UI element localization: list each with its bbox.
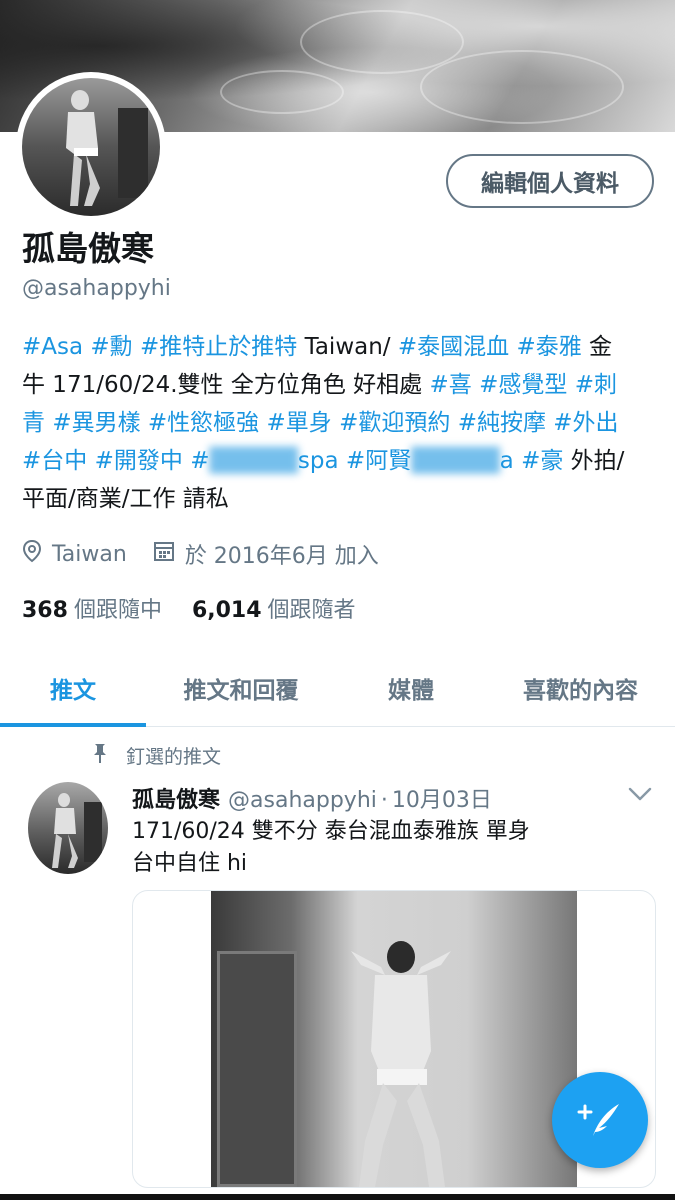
tab-tweets-replies[interactable]: 推文和回覆 [146, 650, 336, 726]
tweet-author-name[interactable]: 孤島傲寒 [132, 782, 220, 814]
profile-location: Taiwan [52, 541, 127, 567]
bio-text [332, 410, 339, 436]
hashtag-link[interactable]: #單身 [267, 410, 332, 436]
bio-text [87, 448, 94, 474]
location-pin-icon [22, 539, 42, 569]
bio-text [339, 448, 346, 474]
tab-media-label: 媒體 [388, 678, 434, 704]
pinned-indicator: 釘選的推文 [92, 742, 221, 769]
hashtag-link[interactable]: # [190, 448, 209, 474]
profile-name: 孤島傲寒 [22, 229, 154, 268]
bio-text: 金 [581, 334, 613, 360]
hashtag-link[interactable]: #性慾極強 [148, 410, 259, 436]
tweet-text-line: 台中自住 hi [132, 851, 248, 876]
tab-tweets[interactable]: 推文 [0, 650, 146, 727]
profile-tabs: 推文 推文和回覆 媒體 喜歡的內容 [0, 650, 675, 727]
banner-ripple [220, 70, 344, 114]
bio-line: 牛 171/60/24.雙性 全方位角色 好相處 #喜 #感覺型 #刺 [22, 366, 652, 404]
bio-text [472, 372, 479, 398]
bio-line: 青 #異男樣 #性慾極強 #單身 #歡迎預約 #純按摩 #外出 [22, 404, 652, 442]
system-nav-bar [0, 1194, 675, 1200]
tweet-separator: · [380, 788, 388, 813]
hashtag-link[interactable]: #推特止於推特 [140, 334, 297, 360]
bio-text: 外拍/ [563, 448, 625, 474]
tweet-author-handle[interactable]: @asahappyhi [228, 788, 377, 813]
bio-text: 平面/商業/工作 請私 [22, 486, 229, 512]
bio-text [450, 410, 457, 436]
hashtag-link[interactable]: #異男樣 [52, 410, 140, 436]
hashtag-link[interactable]: #喜 [430, 372, 472, 398]
chevron-down-icon[interactable] [628, 786, 652, 802]
profile-bio: #Asa #勳 #推特止於推特 Taiwan/ #泰國混血 #泰雅 金牛 171… [22, 328, 652, 518]
photo-door [217, 951, 297, 1187]
profile-joined: 於 2016年6月 加入 [184, 544, 379, 569]
followers-label: 個跟隨者 [267, 598, 356, 623]
tweet-avatar[interactable] [28, 782, 108, 874]
tab-likes[interactable]: 喜歡的內容 [486, 650, 675, 726]
bio-text [133, 334, 140, 360]
avatar-photo [22, 78, 160, 216]
tab-tweets-replies-label: 推文和回覆 [183, 678, 299, 704]
pin-icon [92, 742, 108, 769]
hashtag-link[interactable]: spa [298, 448, 339, 474]
hashtag-link[interactable]: 青 [22, 410, 45, 436]
following-count: 368 [22, 598, 68, 623]
bio-text [259, 410, 266, 436]
calendar-icon [153, 540, 175, 568]
hashtag-link[interactable]: #豪 [521, 448, 563, 474]
hashtag-link[interactable]: #Asa [22, 334, 83, 360]
tab-tweets-label: 推文 [50, 678, 96, 704]
followers-count: 6,014 [191, 598, 262, 623]
tweet-photo [211, 891, 577, 1187]
redacted-text: █████ [411, 448, 500, 474]
bio-text [514, 448, 521, 474]
bio-line: #台中 #開發中 #█████spa #阿賢█████a #豪 外拍/ [22, 442, 652, 480]
tweet-text: 171/60/24 雙不分 泰台混血泰雅族 單身 台中自住 hi [132, 816, 632, 880]
hashtag-link[interactable]: #開發中 [95, 448, 183, 474]
hashtag-link[interactable]: #歡迎預約 [339, 410, 450, 436]
profile-handle: @asahappyhi [22, 276, 171, 301]
hashtag-link[interactable]: #台中 [22, 448, 87, 474]
photo-figure [351, 941, 451, 1187]
hashtag-link[interactable]: #感覺型 [479, 372, 567, 398]
following-label: 個跟隨中 [73, 598, 162, 623]
hashtag-link[interactable]: #勳 [90, 334, 132, 360]
hashtag-link[interactable]: #純按摩 [458, 410, 546, 436]
tab-media[interactable]: 媒體 [336, 650, 486, 726]
hashtag-link[interactable]: #阿賢 [346, 448, 411, 474]
tweet-text-line: 171/60/24 雙不分 泰台混血泰雅族 單身 [132, 819, 530, 844]
profile-meta: Taiwan 於 2016年6月 加入 [22, 538, 379, 570]
compose-tweet-button[interactable] [552, 1072, 648, 1168]
tweet-date[interactable]: 10月03日 [392, 782, 492, 814]
profile-avatar[interactable] [16, 72, 166, 222]
pinned-label: 釘選的推文 [126, 746, 222, 768]
edit-profile-button[interactable]: 編輯個人資料 [446, 154, 654, 208]
hashtag-link[interactable]: #泰雅 [516, 334, 581, 360]
tab-likes-label: 喜歡的內容 [523, 678, 638, 704]
bio-text [567, 372, 574, 398]
following-link[interactable]: 368 個跟隨中 [22, 592, 162, 624]
tweet-avatar-figure [52, 793, 102, 868]
avatar-figure [66, 90, 148, 206]
redacted-text: █████ [209, 448, 298, 474]
hashtag-link[interactable]: a [500, 448, 514, 474]
tweet-header: 孤島傲寒 @asahappyhi · 10月03日 [132, 782, 492, 814]
profile-stats: 368 個跟隨中 6,014 個跟隨者 [22, 592, 356, 624]
bio-text: 牛 171/60/24.雙性 全方位角色 好相處 [22, 372, 430, 398]
hashtag-link[interactable]: #泰國混血 [398, 334, 509, 360]
banner-ripple [420, 50, 624, 124]
followers-link[interactable]: 6,014 個跟隨者 [192, 592, 356, 624]
bio-text: Taiwan/ [297, 334, 398, 360]
compose-tweet-icon [577, 1104, 619, 1136]
bio-line: 平面/商業/工作 請私 [22, 480, 652, 518]
bio-text [141, 410, 148, 436]
bio-line: #Asa #勳 #推特止於推特 Taiwan/ #泰國混血 #泰雅 金 [22, 328, 652, 366]
hashtag-link[interactable]: #外出 [553, 410, 618, 436]
hashtag-link[interactable]: #刺 [575, 372, 617, 398]
